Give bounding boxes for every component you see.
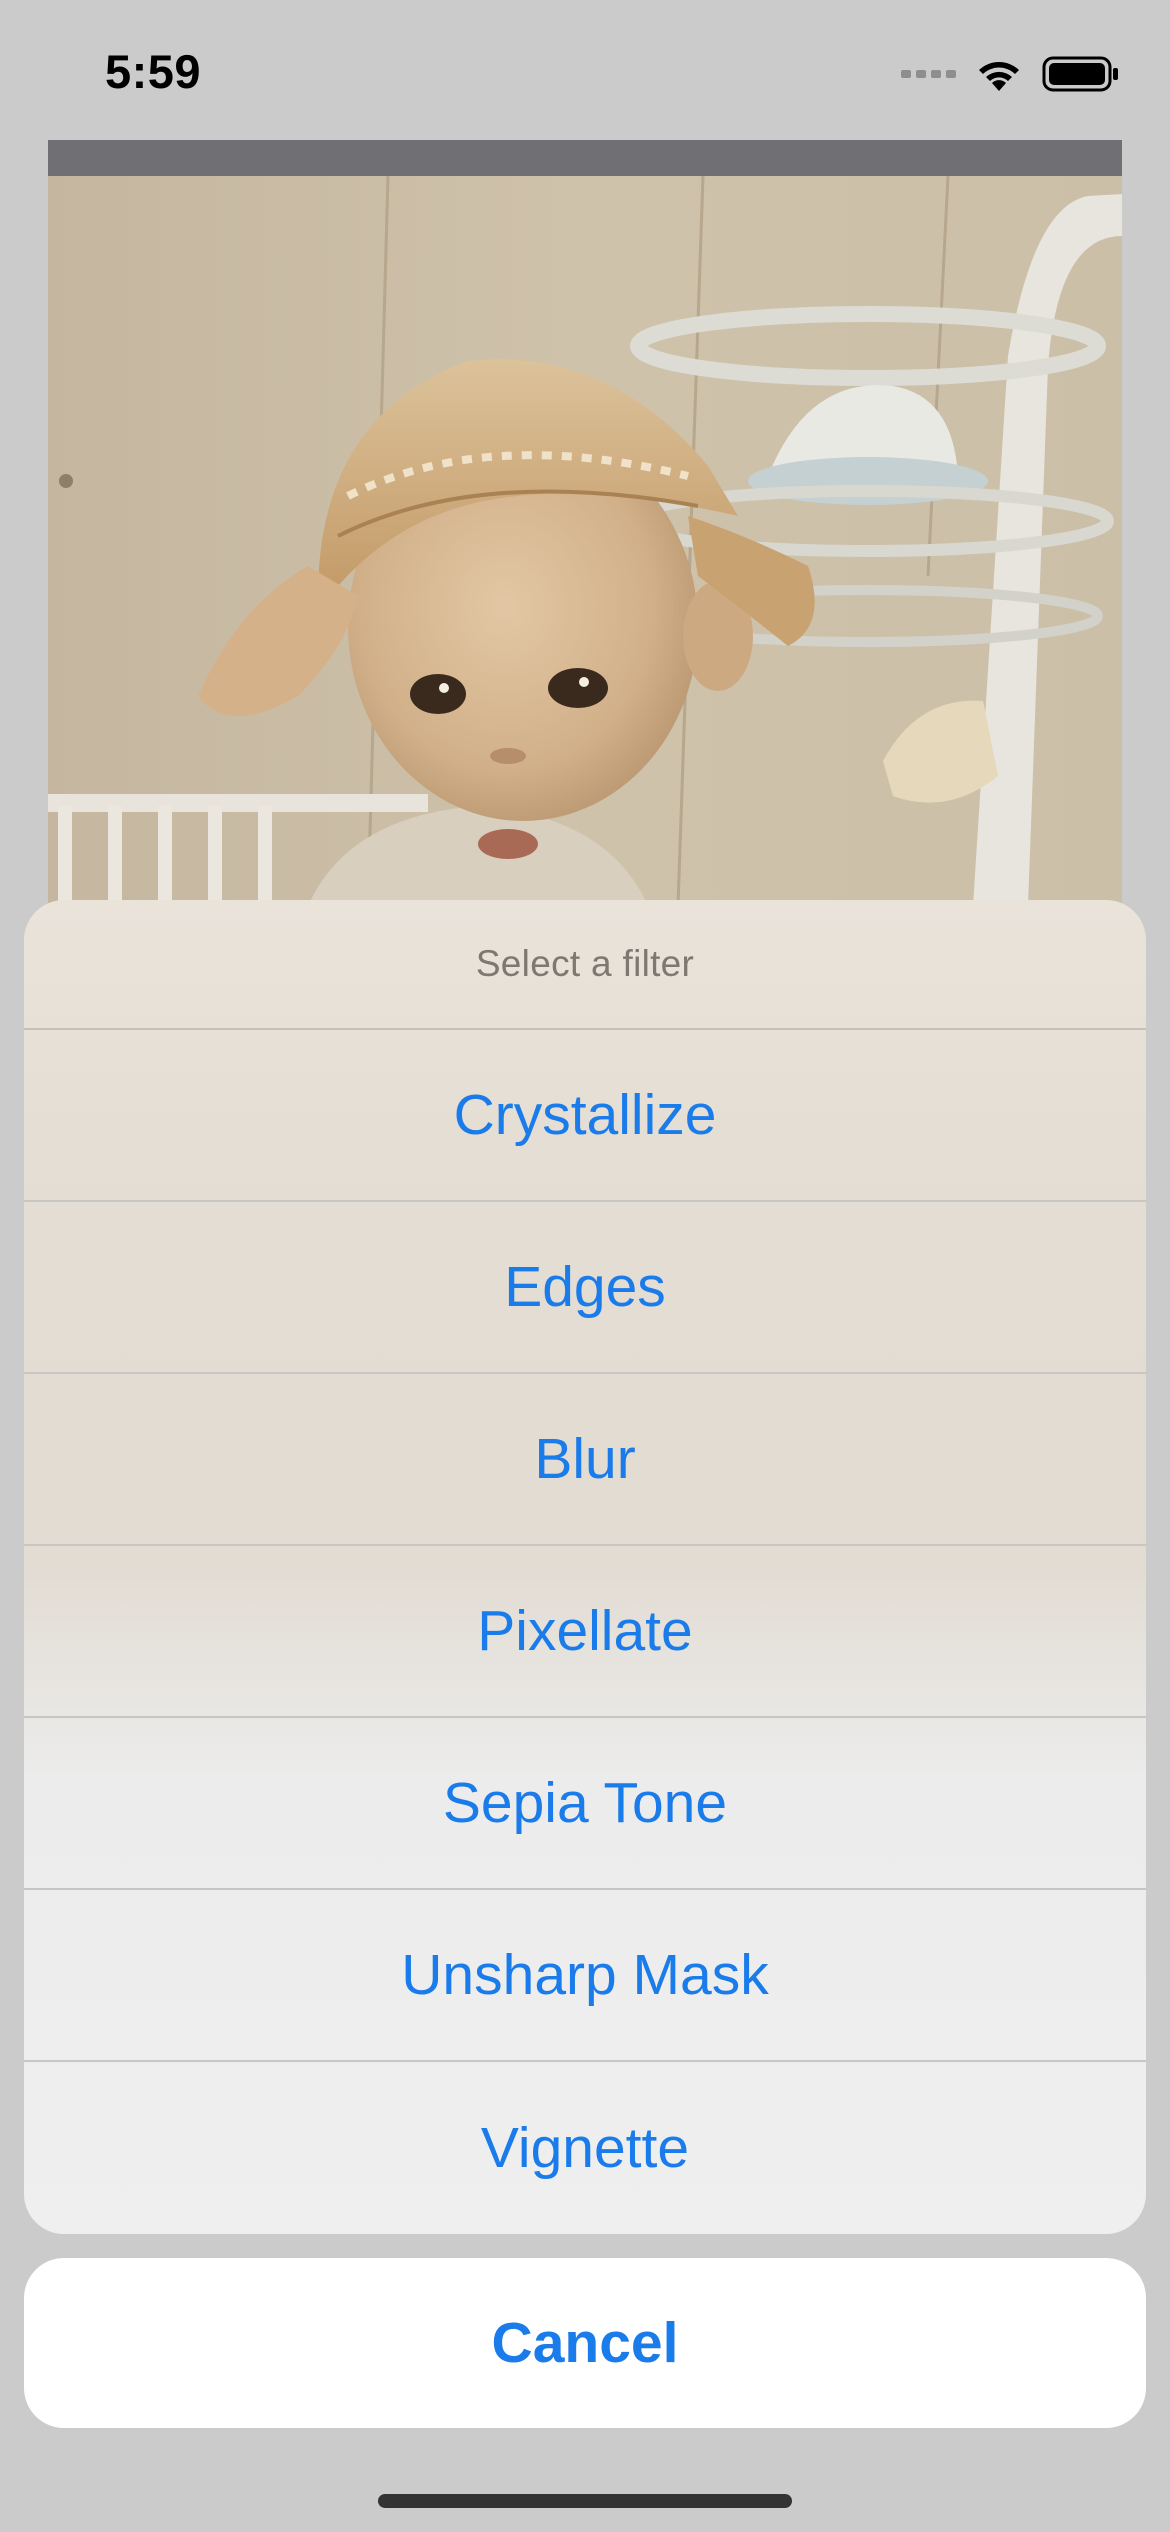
photo-image	[48, 176, 1122, 906]
battery-icon	[1042, 56, 1118, 92]
cellular-signal-icon	[901, 70, 956, 78]
filter-option-edges[interactable]: Edges	[24, 1202, 1146, 1374]
status-icons	[901, 52, 1120, 96]
filter-option-label: Crystallize	[453, 1083, 717, 1147]
filter-option-label: Pixellate	[477, 1599, 693, 1663]
photo-top-strip	[48, 140, 1122, 176]
wifi-icon	[979, 62, 1019, 91]
filter-option-label: Edges	[504, 1255, 666, 1319]
action-sheet-title: Select a filter	[475, 943, 695, 984]
cancel-button[interactable]: Cancel	[24, 2258, 1146, 2428]
filter-option-blur[interactable]: Blur	[24, 1374, 1146, 1546]
filter-option-label: Unsharp Mask	[401, 1943, 769, 2007]
filter-option-label: Sepia Tone	[442, 1771, 728, 1835]
filter-option-label: Vignette	[480, 2116, 690, 2180]
cancel-button-label: Cancel	[491, 2311, 679, 2375]
filter-option-label: Blur	[534, 1427, 636, 1491]
filter-option-crystallize[interactable]: Crystallize	[24, 1030, 1146, 1202]
filter-option-vignette[interactable]: Vignette	[24, 2062, 1146, 2234]
home-indicator[interactable]	[378, 2494, 792, 2508]
status-bar: 5:59	[0, 0, 1170, 140]
filter-option-unsharp-mask[interactable]: Unsharp Mask	[24, 1890, 1146, 2062]
filter-option-sepia-tone[interactable]: Sepia Tone	[24, 1718, 1146, 1890]
filter-option-pixellate[interactable]: Pixellate	[24, 1546, 1146, 1718]
action-sheet-header: Select a filter	[24, 900, 1146, 1030]
filter-action-sheet: Select a filter Crystallize Edges Blur P…	[24, 900, 1146, 2234]
status-time: 5:59	[105, 45, 202, 98]
